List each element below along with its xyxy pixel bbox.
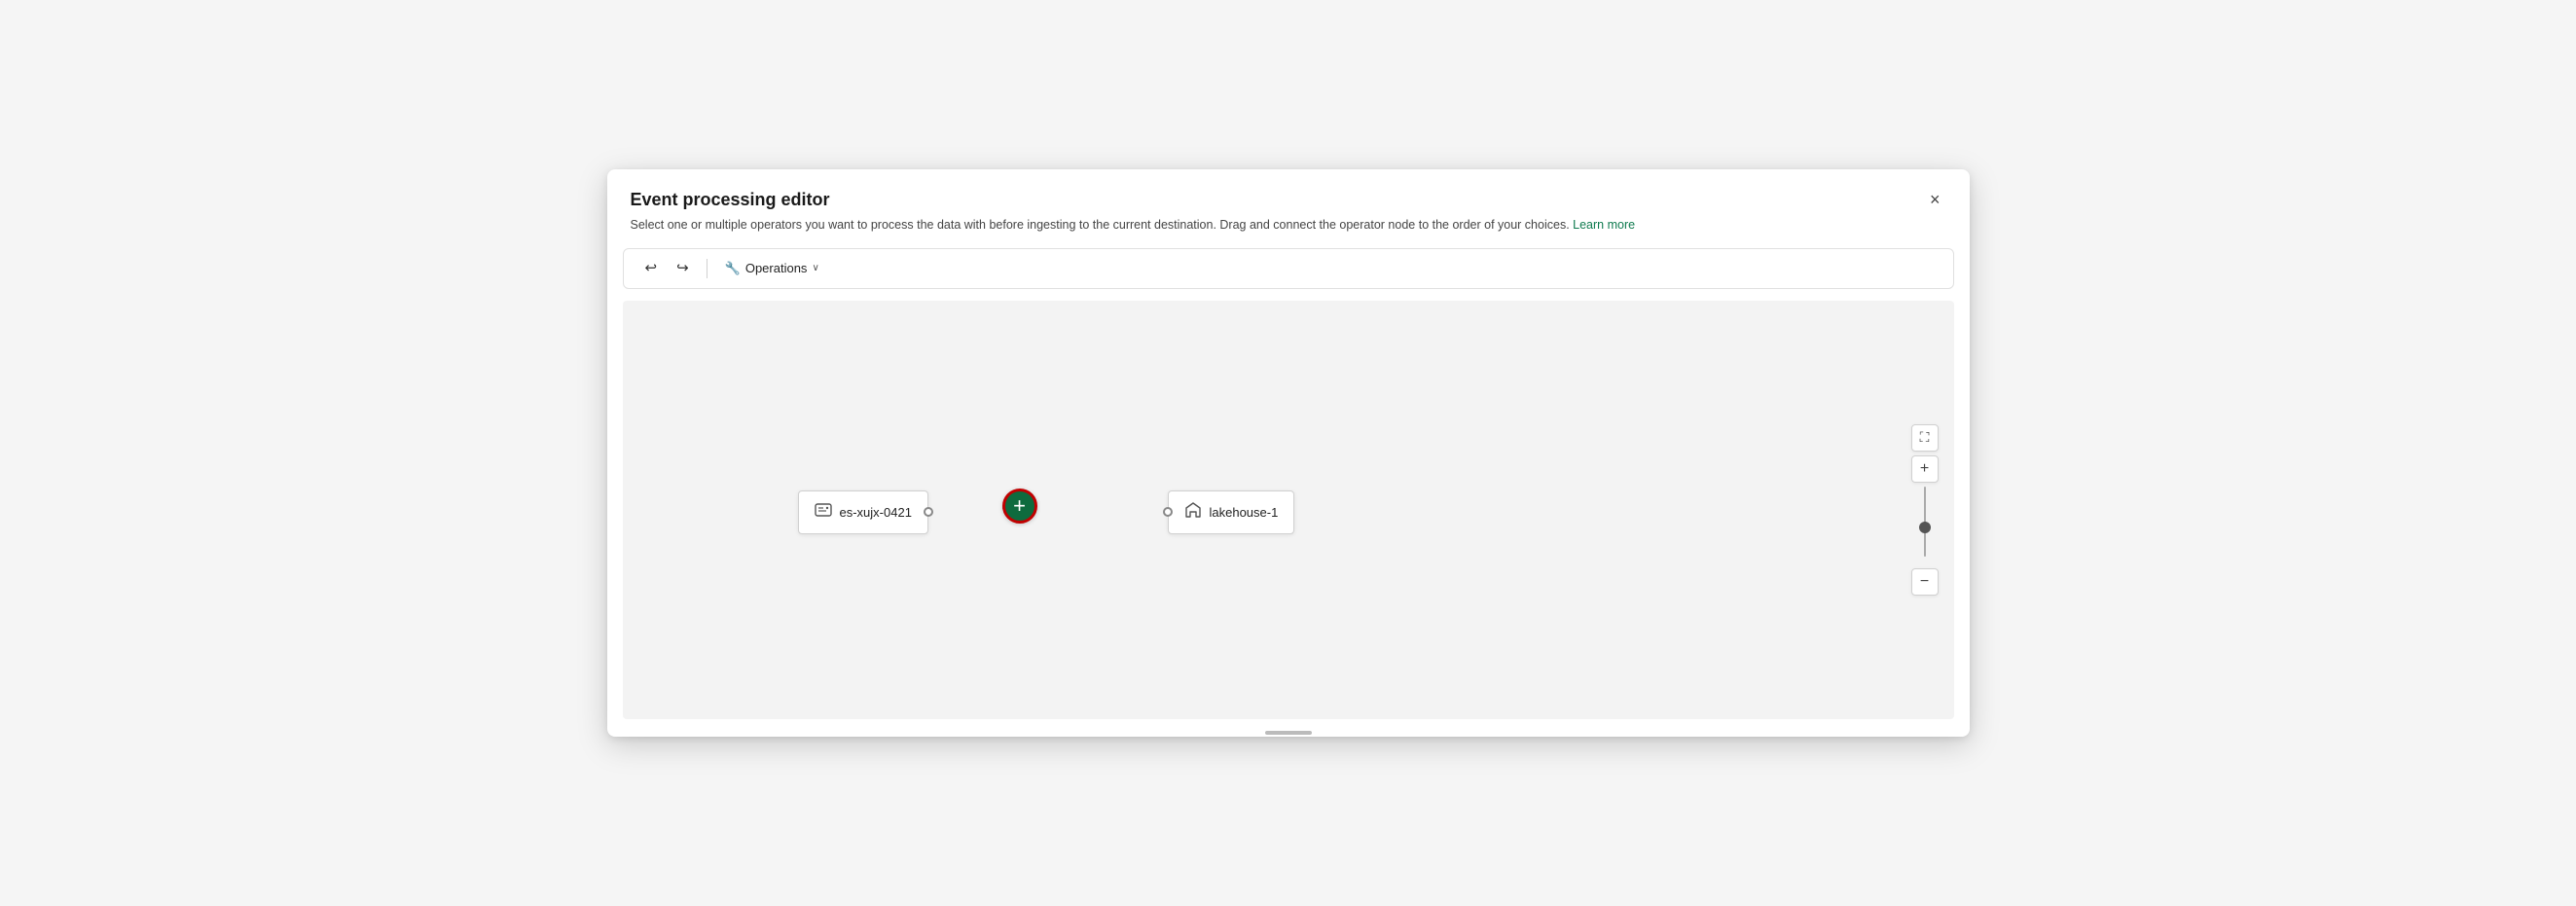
dialog-bottom-bar — [607, 731, 1970, 737]
learn-more-link[interactable]: Learn more — [1573, 218, 1635, 232]
operations-icon: 🔧 — [725, 261, 741, 276]
source-node-label: es-xujx-0421 — [840, 505, 912, 520]
source-node: es-xujx-0421 — [798, 490, 928, 534]
dialog-header: Event processing editor × Select one or … — [607, 169, 1970, 247]
add-operator-button[interactable]: + — [1002, 489, 1037, 524]
destination-node-label: lakehouse-1 — [1210, 505, 1279, 520]
source-node-icon — [815, 501, 832, 524]
zoom-in-button[interactable]: + — [1911, 455, 1939, 483]
event-processing-dialog: Event processing editor × Select one or … — [607, 169, 1970, 736]
fit-icon: ⛶ — [1920, 429, 1930, 446]
destination-node-icon — [1184, 501, 1202, 524]
canvas-area: es-xujx-0421 + lakehouse-1 ⛶ + — [623, 301, 1954, 719]
add-button-wrapper: + — [1002, 489, 1037, 524]
dialog-title-row: Event processing editor × — [631, 189, 1946, 211]
zoom-slider-track — [1924, 487, 1926, 557]
operations-label: Operations — [745, 261, 808, 275]
chevron-down-icon: ∨ — [812, 263, 818, 273]
undo-button[interactable]: ↩ — [639, 257, 664, 279]
destination-node-connector — [1163, 507, 1173, 517]
operations-button[interactable]: 🔧 Operations ∨ — [719, 257, 825, 280]
zoom-slider-thumb[interactable] — [1919, 522, 1931, 533]
bottom-drag-handle — [1265, 731, 1312, 735]
dialog-title: Event processing editor — [631, 189, 830, 211]
destination-node: lakehouse-1 — [1168, 490, 1295, 534]
zoom-controls: ⛶ + − — [1911, 424, 1939, 596]
dialog-subtitle: Select one or multiple operators you wan… — [631, 216, 1946, 235]
fit-to-screen-button[interactable]: ⛶ — [1911, 424, 1939, 452]
redo-button[interactable]: ↪ — [671, 257, 695, 279]
zoom-slider[interactable] — [1924, 487, 1926, 564]
zoom-out-button[interactable]: − — [1911, 568, 1939, 596]
close-button[interactable]: × — [1924, 189, 1946, 210]
toolbar: ↩ ↪ 🔧 Operations ∨ — [623, 248, 1954, 289]
source-node-connector — [924, 507, 933, 517]
